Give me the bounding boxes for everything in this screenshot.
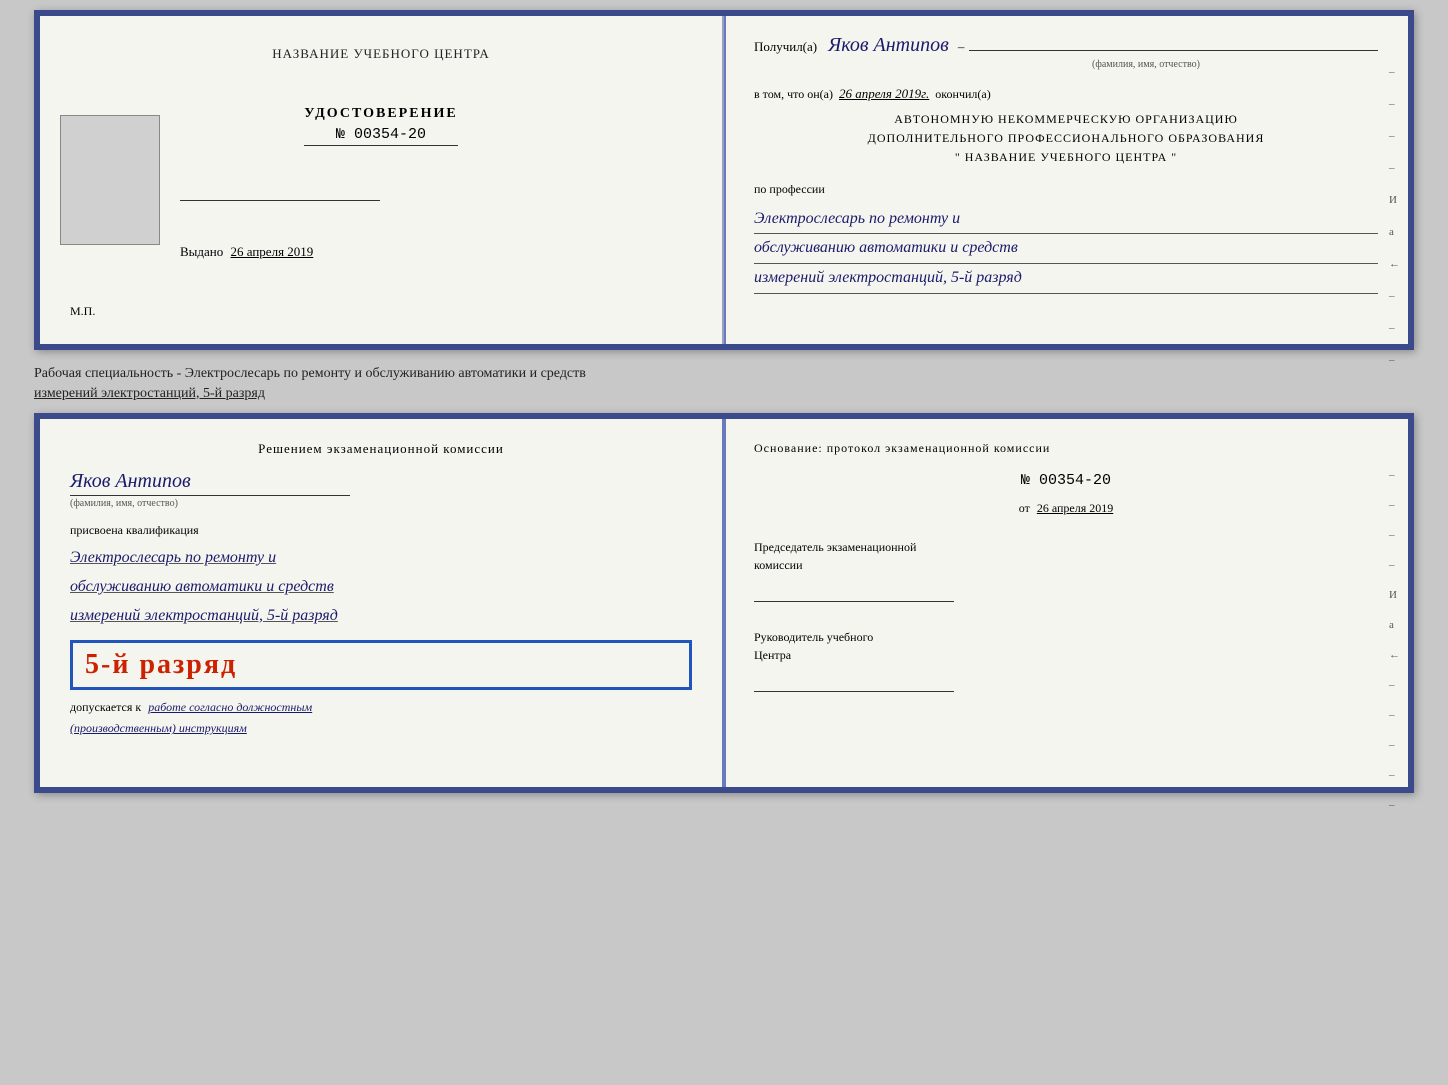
protocol-date-prefix: от xyxy=(1019,501,1030,515)
recipient-name: Яков Антипов xyxy=(828,34,949,57)
specialty-label: Рабочая специальность - Электрослесарь п… xyxy=(34,358,1414,405)
stamp-label: М.П. xyxy=(70,304,95,318)
rank-badge: 5-й разряд xyxy=(70,640,692,690)
specialty-text: Рабочая специальность - Электрослесарь п… xyxy=(34,364,1414,384)
chairman-signature xyxy=(754,582,954,602)
allowed-handwritten1: работе согласно должностным xyxy=(148,700,312,714)
profession-block: Электрослесарь по ремонту и обслуживанию… xyxy=(754,205,1378,294)
profession-label: по профессии xyxy=(754,182,1378,197)
photo-placeholder xyxy=(60,115,160,245)
bottom-document: Решением экзаменационной комиссии Яков А… xyxy=(34,413,1414,793)
chairman-title: Председатель экзаменационной комиссии xyxy=(754,538,1378,574)
issued-line: Выдано 26 апреля 2019 xyxy=(180,244,313,260)
allowed-handwritten2: (производственным) инструкциям xyxy=(70,721,692,736)
received-label: Получил(а) xyxy=(754,39,817,55)
cert-title: УДОСТОВЕРЕНИЕ xyxy=(304,106,457,122)
cert-title-block: УДОСТОВЕРЕНИЕ № 00354-20 xyxy=(304,106,457,146)
chairman-line2: комиссии xyxy=(754,556,1378,574)
issued-label: Выдано xyxy=(180,244,223,259)
commission-title: Решением экзаменационной комиссии xyxy=(70,439,692,460)
director-signature xyxy=(754,672,954,692)
name-underline xyxy=(70,495,350,496)
org-full-name: АВТОНОМНУЮ НЕКОММЕРЧЕСКУЮ ОРГАНИЗАЦИЮ ДО… xyxy=(754,110,1378,168)
protocol-date: от 26 апреля 2019 xyxy=(754,501,1378,516)
signature-spacer xyxy=(180,200,380,201)
qual-line3: измерений электростанций, 5-й разряд xyxy=(70,602,692,631)
cert-number: № 00354-20 xyxy=(304,126,457,146)
protocol-number: № 00354-20 xyxy=(754,472,1378,489)
director-title: Руководитель учебного Центра xyxy=(754,628,1378,664)
allowed-label: допускается к xyxy=(70,700,141,714)
director-block: Руководитель учебного Центра xyxy=(754,628,1378,692)
protocol-date-value: 26 апреля 2019 xyxy=(1037,501,1113,515)
recipient-underline xyxy=(969,50,1378,51)
in-that-label: в том, что он(а) xyxy=(754,87,833,102)
name-handwritten: Яков Антипов xyxy=(70,470,692,493)
fio-sublabel-bottom: (фамилия, имя, отчество) xyxy=(70,498,692,509)
director-line1: Руководитель учебного xyxy=(754,628,1378,646)
basis-title: Основание: протокол экзаменационной коми… xyxy=(754,439,1378,458)
top-right-page: Получил(а) Яков Антипов – (фамилия, имя,… xyxy=(724,16,1408,344)
chairman-block: Председатель экзаменационной комиссии xyxy=(754,538,1378,602)
completion-date: 26 апреля 2019г. xyxy=(839,86,929,102)
bottom-left-page: Решением экзаменационной комиссии Яков А… xyxy=(40,419,724,787)
profession-line1: Электрослесарь по ремонту и xyxy=(754,205,1378,235)
org-line1: АВТОНОМНУЮ НЕКОММЕРЧЕСКУЮ ОРГАНИЗАЦИЮ xyxy=(754,110,1378,129)
completed-label: окончил(а) xyxy=(935,87,990,102)
specialty-text2: измерений электростанций, 5-й разряд xyxy=(34,384,1414,404)
fio-label: (фамилия, имя, отчество) xyxy=(914,59,1378,70)
side-marks-top-right: – – – – И а ← – – – xyxy=(1389,66,1400,366)
confirm-line: в том, что он(а) 26 апреля 2019г. окончи… xyxy=(754,86,1378,102)
profession-line3: измерений электростанций, 5-й разряд xyxy=(754,264,1378,294)
chairman-line1: Председатель экзаменационной xyxy=(754,538,1378,556)
qual-line2: обслуживанию автоматики и средств xyxy=(70,573,692,602)
assigned-qual: присвоена квалификация xyxy=(70,523,692,538)
qual-block: Электрослесарь по ремонту и обслуживанию… xyxy=(70,544,692,630)
qual-line1: Электрослесарь по ремонту и xyxy=(70,544,692,573)
recipient-line: Получил(а) Яков Антипов – xyxy=(754,34,1378,57)
name-block: Яков Антипов (фамилия, имя, отчество) xyxy=(70,470,692,509)
side-marks-bottom-right: – – – – И а ← – – – – – xyxy=(1389,469,1400,811)
profession-line2: обслуживанию автоматики и средств xyxy=(754,234,1378,264)
allowed-line: допускается к работе согласно должностны… xyxy=(70,700,692,715)
top-left-page: НАЗВАНИЕ УЧЕБНОГО ЦЕНТРА УДОСТОВЕРЕНИЕ №… xyxy=(40,16,724,344)
org-line2: ДОПОЛНИТЕЛЬНОГО ПРОФЕССИОНАЛЬНОГО ОБРАЗО… xyxy=(754,129,1378,148)
top-document: НАЗВАНИЕ УЧЕБНОГО ЦЕНТРА УДОСТОВЕРЕНИЕ №… xyxy=(34,10,1414,350)
issued-date: 26 апреля 2019 xyxy=(231,244,314,259)
bottom-right-page: Основание: протокол экзаменационной коми… xyxy=(724,419,1408,787)
director-line2: Центра xyxy=(754,646,1378,664)
org-line3: " НАЗВАНИЕ УЧЕБНОГО ЦЕНТРА " xyxy=(754,148,1378,167)
commission-line1: Решением экзаменационной комиссии xyxy=(258,441,504,456)
stamp-line: М.П. xyxy=(70,304,95,319)
org-name-top: НАЗВАНИЕ УЧЕБНОГО ЦЕНТРА xyxy=(272,46,489,62)
